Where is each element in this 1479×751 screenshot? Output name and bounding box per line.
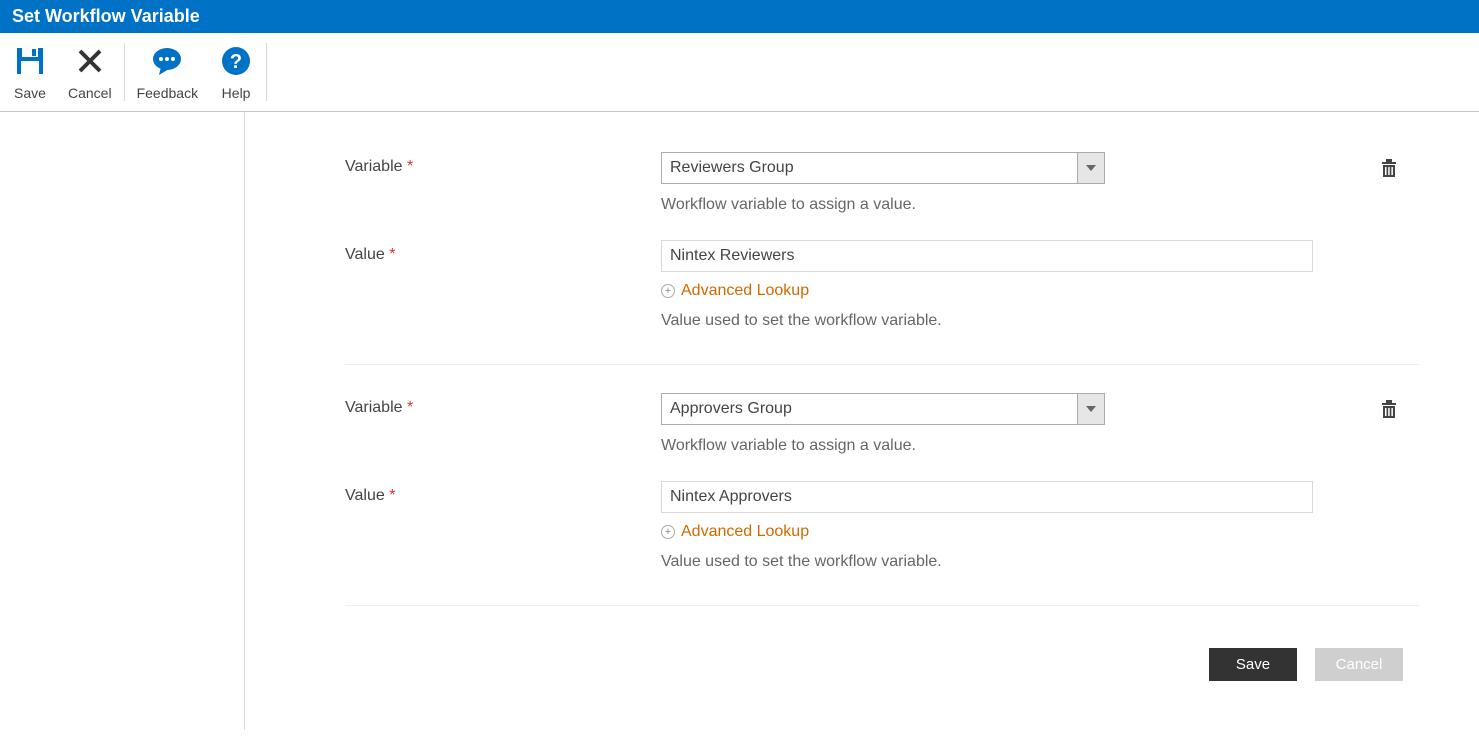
- required-indicator: *: [407, 158, 413, 175]
- variable-input[interactable]: [661, 393, 1077, 425]
- plus-icon: +: [661, 284, 675, 298]
- ribbon-separator: [266, 43, 267, 101]
- advanced-lookup-link[interactable]: Advanced Lookup: [681, 523, 809, 541]
- value-label: Value *: [345, 481, 661, 505]
- variable-section: Variable * Workflow variable to assign a…: [345, 152, 1419, 365]
- close-icon: [72, 43, 108, 79]
- value-help: Value used to set the workflow variable.: [661, 312, 1313, 330]
- required-indicator: *: [389, 246, 395, 263]
- variable-section: Variable * Workflow variable to assign a…: [345, 393, 1419, 606]
- chevron-down-icon: [1086, 406, 1096, 412]
- footer-buttons: Save Cancel: [345, 634, 1419, 695]
- variable-combo: [661, 152, 1105, 184]
- save-label: Save: [14, 85, 46, 101]
- chevron-down-icon: [1086, 165, 1096, 171]
- variable-dropdown-button[interactable]: [1077, 393, 1105, 425]
- value-input[interactable]: [661, 240, 1313, 272]
- variable-help: Workflow variable to assign a value.: [661, 196, 1313, 214]
- value-help: Value used to set the workflow variable.: [661, 553, 1313, 571]
- variable-dropdown-button[interactable]: [1077, 152, 1105, 184]
- svg-text:?: ?: [230, 51, 242, 73]
- plus-icon: +: [661, 525, 675, 539]
- trash-icon: [1380, 158, 1398, 178]
- ribbon-separator: [124, 43, 125, 101]
- save-icon: [12, 43, 48, 79]
- ribbon-toolbar: Save Cancel Feedback ?: [0, 33, 1479, 112]
- cancel-label: Cancel: [68, 85, 112, 101]
- advanced-lookup-link[interactable]: Advanced Lookup: [681, 282, 809, 300]
- dialog-title: Set Workflow Variable: [0, 0, 1479, 33]
- main-panel: Variable * Workflow variable to assign a…: [245, 112, 1479, 730]
- variable-combo: [661, 393, 1105, 425]
- footer-save-button[interactable]: Save: [1209, 648, 1297, 681]
- variable-input[interactable]: [661, 152, 1077, 184]
- variable-help: Workflow variable to assign a value.: [661, 437, 1313, 455]
- feedback-button[interactable]: Feedback: [127, 39, 208, 105]
- cancel-button[interactable]: Cancel: [58, 39, 122, 105]
- delete-button[interactable]: [1380, 399, 1398, 422]
- required-indicator: *: [407, 399, 413, 416]
- help-label: Help: [222, 85, 251, 101]
- feedback-icon: [149, 43, 185, 79]
- save-button[interactable]: Save: [2, 39, 58, 105]
- help-icon: ?: [218, 43, 254, 79]
- help-button[interactable]: ? Help: [208, 39, 264, 105]
- feedback-label: Feedback: [137, 85, 198, 101]
- variable-label: Variable *: [345, 152, 661, 176]
- required-indicator: *: [389, 487, 395, 504]
- left-panel: [0, 112, 245, 730]
- delete-button[interactable]: [1380, 158, 1398, 181]
- trash-icon: [1380, 399, 1398, 419]
- value-label: Value *: [345, 240, 661, 264]
- value-input[interactable]: [661, 481, 1313, 513]
- variable-label: Variable *: [345, 393, 661, 417]
- footer-cancel-button[interactable]: Cancel: [1315, 648, 1403, 681]
